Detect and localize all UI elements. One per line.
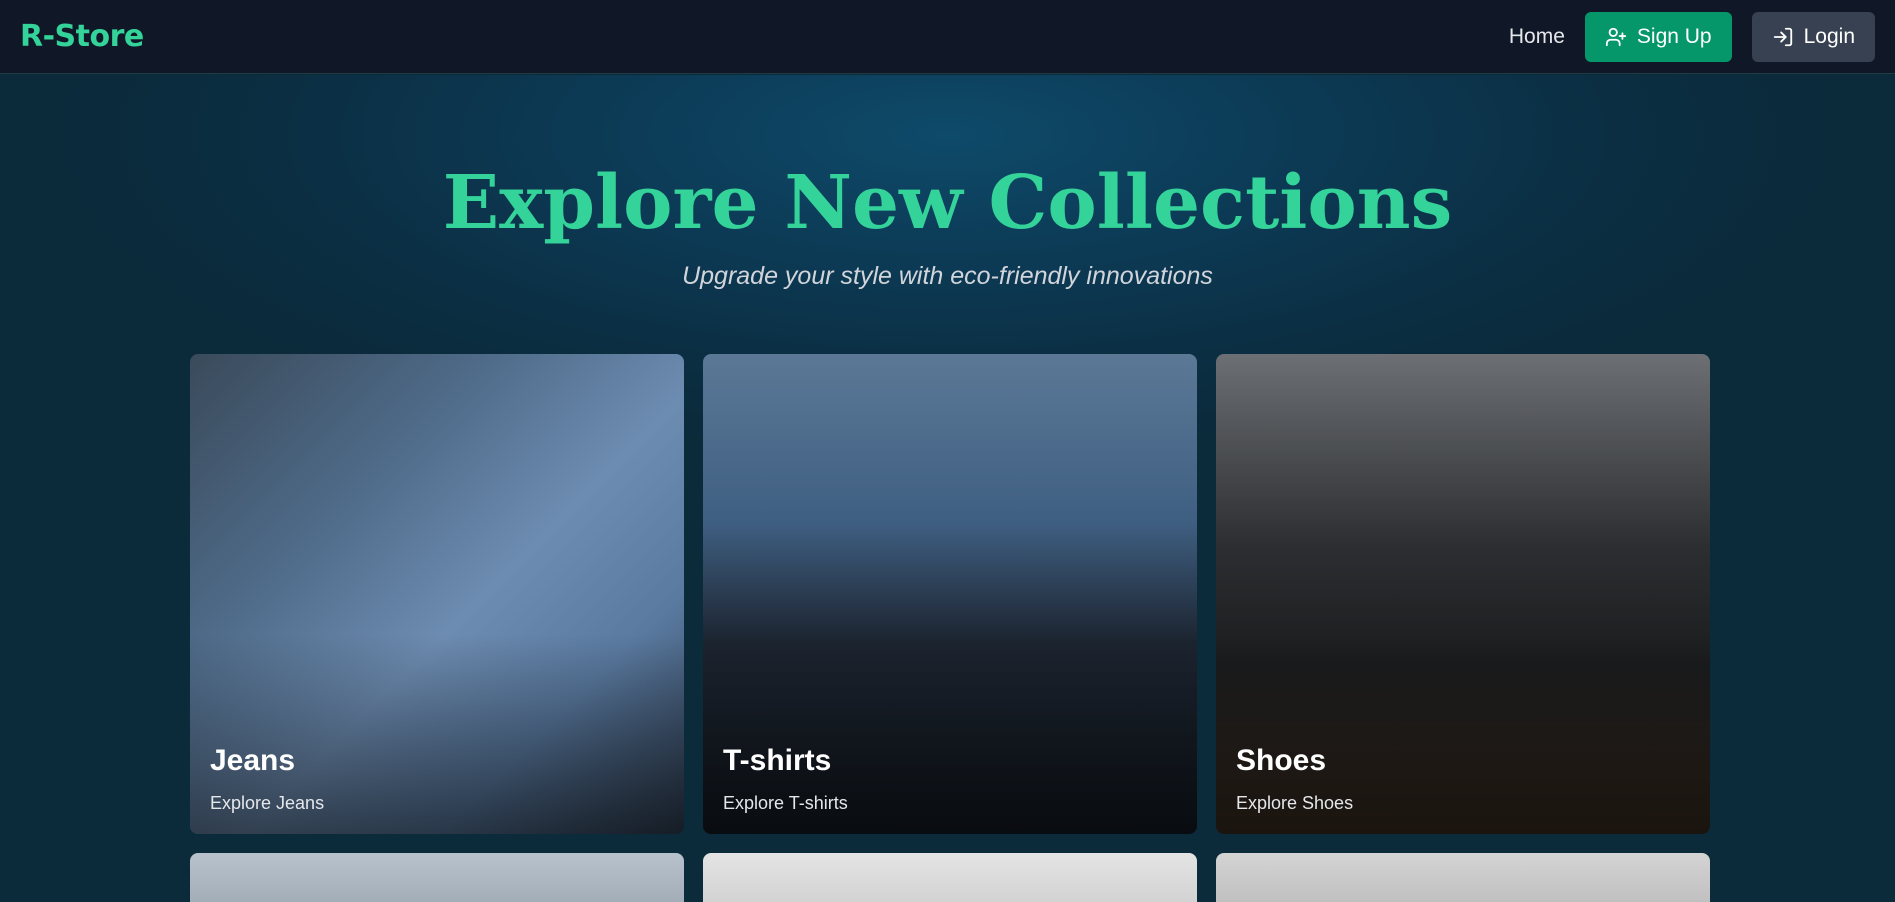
nav-home-link[interactable]: Home (1509, 25, 1565, 49)
collection-card-jeans[interactable]: Jeans Explore Jeans (190, 354, 684, 834)
collection-card-partial[interactable] (1216, 853, 1710, 902)
collection-card-partial[interactable] (190, 853, 684, 902)
nav-actions: Home Sign Up Login (1509, 11, 1875, 62)
card-title: Shoes (1236, 744, 1327, 777)
collection-card-tshirts[interactable]: T-shirts Explore T-shirts (703, 354, 1197, 834)
card-subtitle: Explore Jeans (210, 793, 325, 813)
user-plus-icon (1605, 27, 1626, 46)
hero-title: Explore New Collections (442, 160, 1453, 246)
login-label: Login (1803, 24, 1855, 48)
navbar: R-Store Home Sign Up Login (0, 0, 1895, 74)
login-icon (1773, 27, 1792, 46)
login-button[interactable]: Login (1751, 11, 1875, 62)
collection-card-partial[interactable] (703, 853, 1197, 902)
hero-subtitle: Upgrade your style with eco-friendly inn… (682, 262, 1213, 290)
logo[interactable]: R-Store (20, 19, 144, 54)
signup-label: Sign Up (1636, 24, 1712, 48)
card-title: Jeans (210, 744, 296, 777)
collection-card-shoes[interactable]: Shoes Explore Shoes (1216, 354, 1710, 834)
card-title: T-shirts (723, 744, 832, 777)
card-subtitle: Explore T-shirts (723, 793, 848, 813)
signup-button[interactable]: Sign Up (1584, 11, 1732, 62)
card-subtitle: Explore Shoes (1236, 793, 1354, 813)
